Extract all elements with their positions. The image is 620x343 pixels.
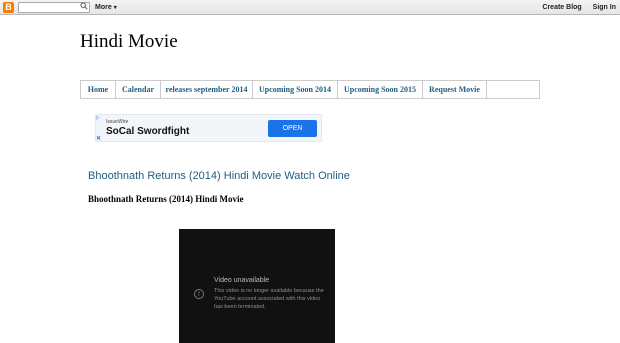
tab-home[interactable]: Home (81, 81, 116, 98)
video-player[interactable]: ! Video unavailable This video is no lon… (179, 229, 335, 343)
close-icon[interactable]: ✕ (96, 135, 101, 142)
ad-open-button[interactable]: OPEN (268, 120, 317, 137)
create-blog-link[interactable]: Create Blog (542, 4, 581, 11)
page-tabs: Home Calendar releases september 2014 Up… (80, 80, 540, 99)
video-error-heading: Video unavailable (214, 277, 270, 284)
navbar-account-links: Create Blog Sign In (533, 2, 616, 13)
tab-upcoming-soon-2014[interactable]: Upcoming Soon 2014 (253, 81, 338, 98)
tab-request-movie[interactable]: Request Movie (423, 81, 487, 98)
blog-title[interactable]: Hindi Movie (80, 31, 178, 53)
search-icon[interactable] (78, 2, 90, 13)
advertisement-banner[interactable]: ▷ IssueWire SoCal Swordfight OPEN ✕ (95, 114, 322, 142)
blogger-logo-icon[interactable]: B (3, 2, 14, 13)
tab-calendar[interactable]: Calendar (116, 81, 161, 98)
tab-releases-september-2014[interactable]: releases september 2014 (161, 81, 253, 98)
adchoices-icon[interactable]: ▷ (96, 115, 100, 121)
post-subtitle: Bhoothnath Returns (2014) Hindi Movie (88, 194, 244, 204)
more-label: More (95, 4, 112, 11)
post-title[interactable]: Bhoothnath Returns (2014) Hindi Movie Wa… (88, 170, 350, 182)
blogger-navbar: B More ▾ Create Blog Sign In (0, 0, 620, 15)
more-menu-button[interactable]: More ▾ (95, 2, 117, 14)
ad-headline[interactable]: SoCal Swordfight (106, 126, 189, 137)
alert-icon: ! (194, 289, 204, 299)
ad-brand: IssueWire (106, 119, 129, 125)
tab-upcoming-soon-2015[interactable]: Upcoming Soon 2015 (338, 81, 423, 98)
video-error-message: This video is no longer available becaus… (214, 288, 324, 310)
sign-in-link[interactable]: Sign In (593, 4, 616, 11)
chevron-down-icon: ▾ (113, 5, 117, 11)
